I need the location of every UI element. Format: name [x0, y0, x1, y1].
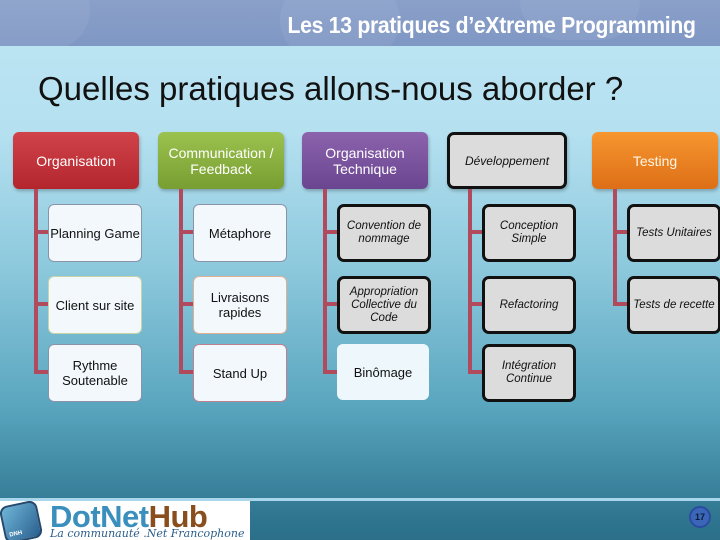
header-title: Les 13 pratiques d’eXtreme Programming [287, 12, 696, 38]
header-bar: Les 13 pratiques d’eXtreme Programming [0, 0, 720, 46]
practice-label: Convention de nommage [346, 220, 422, 245]
practice-label: Binômage [353, 364, 413, 380]
column-testing: Testing Tests Unitaires Tests de recette [592, 132, 720, 412]
category-communication-feedback[interactable]: Communication / Feedback [158, 132, 284, 189]
connector-line [468, 189, 472, 372]
practice-label: Planning Game [50, 225, 140, 241]
practice-label: Métaphore [208, 225, 272, 241]
category-label: Communication / Feedback [168, 144, 274, 177]
practice-refactoring[interactable]: Refactoring [482, 276, 576, 334]
category-organisation[interactable]: Organisation [13, 132, 139, 189]
practice-conception-simple[interactable]: Conception Simple [482, 204, 576, 262]
connector-line [34, 189, 38, 372]
practice-livraisons-rapides[interactable]: Livraisons rapides [193, 276, 287, 334]
logo-badge-text: DNH [8, 530, 23, 539]
practice-tests-de-recette[interactable]: Tests de recette [627, 276, 720, 334]
practice-metaphore[interactable]: Métaphore [193, 204, 287, 262]
category-label: Organisation Technique [325, 144, 405, 177]
column-communication: Communication / Feedback Métaphore Livra… [158, 132, 298, 412]
decorative-hexagon [0, 0, 90, 46]
page-number-badge: 17 [689, 506, 711, 528]
logo-badge-icon: DNH [0, 501, 44, 540]
practice-label: Intégration Continue [501, 360, 557, 385]
category-label: Développement [464, 153, 550, 168]
practice-planning-game[interactable]: Planning Game [48, 204, 142, 262]
practice-tests-unitaires[interactable]: Tests Unitaires [627, 204, 720, 262]
dotnethub-logo[interactable]: DNH DotNetHub La communauté .Net Francop… [0, 501, 250, 540]
category-testing[interactable]: Testing [592, 132, 718, 189]
column-organisation: Organisation Planning Game Client sur si… [13, 132, 153, 412]
practice-stand-up[interactable]: Stand Up [193, 344, 287, 402]
practice-label: Livraisons rapides [210, 290, 270, 320]
category-developpement[interactable]: Développement [447, 132, 567, 189]
slide-title: Quelles pratiques allons-nous aborder ? [38, 70, 624, 107]
practice-label: Tests de recette [633, 298, 715, 311]
practice-client-sur-site[interactable]: Client sur site [48, 276, 142, 334]
practice-binomage[interactable]: Binômage [337, 344, 429, 400]
practice-label: Conception Simple [499, 220, 559, 245]
column-developpement: Développement Conception Simple Refactor… [447, 132, 587, 412]
practice-label: Rythme Soutenable [62, 358, 128, 388]
connector-line [613, 189, 617, 305]
category-label: Testing [632, 152, 678, 169]
connector-line [323, 189, 327, 372]
practice-label: Refactoring [499, 298, 559, 311]
practice-label: Client sur site [55, 297, 135, 313]
category-organisation-technique[interactable]: Organisation Technique [302, 132, 428, 189]
practice-integration-continue[interactable]: Intégration Continue [482, 344, 576, 402]
category-label: Organisation [36, 152, 116, 169]
practice-label: Appropriation Collective du Code [349, 285, 419, 324]
practice-appropriation-collective[interactable]: Appropriation Collective du Code [337, 276, 431, 334]
practice-convention-de-nommage[interactable]: Convention de nommage [337, 204, 431, 262]
connector-line [179, 189, 183, 372]
column-organisation-technique: Organisation Technique Convention de nom… [302, 132, 442, 412]
practice-label: Stand Up [212, 365, 268, 381]
practice-label: Tests Unitaires [636, 226, 712, 239]
practice-rythme-soutenable[interactable]: Rythme Soutenable [48, 344, 142, 402]
logo-tagline: La communauté .Net Francophone [50, 527, 245, 540]
